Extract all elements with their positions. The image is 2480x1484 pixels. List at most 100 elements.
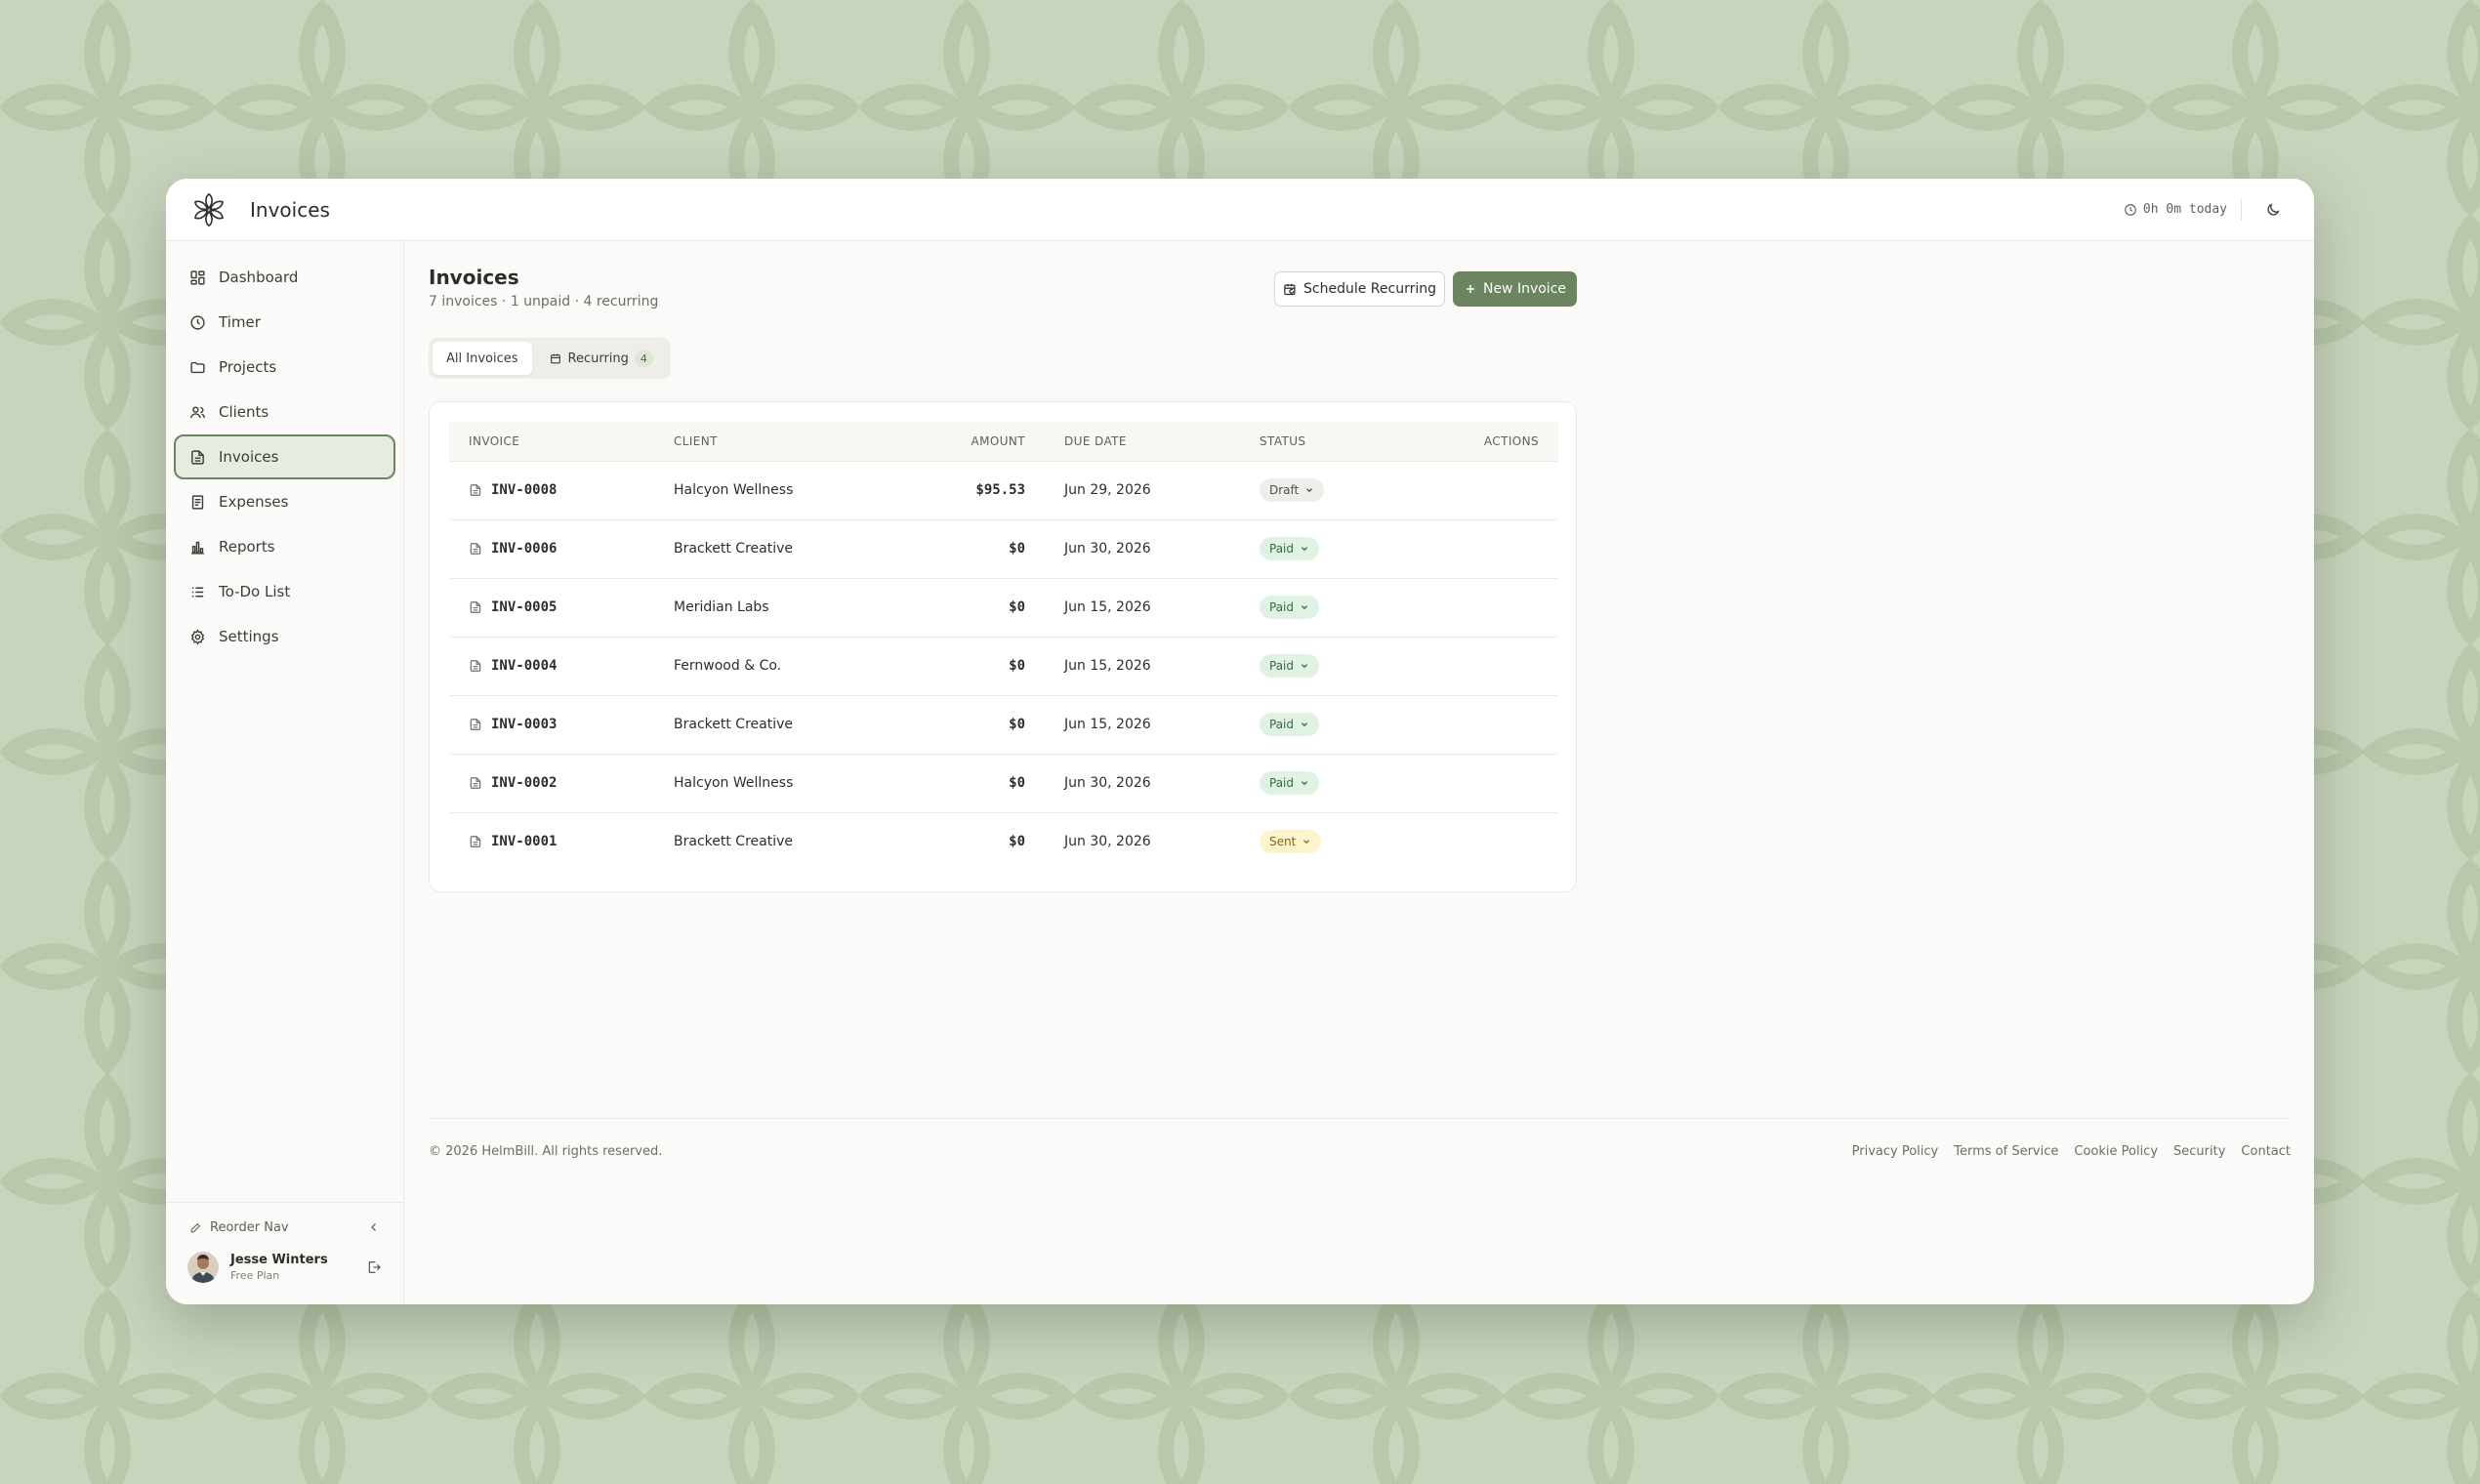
table-row[interactable]: INV-0008 Halcyon Wellness $95.53 Jun 29, 20… xyxy=(449,461,1558,519)
chevron-left-icon[interactable] xyxy=(368,1221,380,1233)
status-badge[interactable]: Draft xyxy=(1260,478,1325,502)
actions-cell xyxy=(1416,754,1558,812)
table-row[interactable]: INV-0004 Fernwood & Co. $0 Jun 15, 2026 Paid xyxy=(449,637,1558,695)
sidebar-item-settings[interactable]: Settings xyxy=(174,614,395,659)
status-cell: Draft xyxy=(1240,461,1416,519)
column-header-status[interactable]: STATUS xyxy=(1240,422,1416,461)
client-cell: Meridian Labs xyxy=(674,599,769,615)
reorder-nav-button[interactable]: Reorder Nav xyxy=(166,1203,403,1252)
status-label: Sent xyxy=(1269,835,1297,849)
sidebar-item-projects[interactable]: Projects xyxy=(174,345,395,390)
sidebar-item-timer[interactable]: Timer xyxy=(174,300,395,345)
actions-cell xyxy=(1416,637,1558,695)
footer-link-privacy[interactable]: Privacy Policy xyxy=(1852,1144,1939,1159)
sidebar-item-label: Clients xyxy=(219,403,269,421)
chevron-down-icon xyxy=(1303,840,1310,845)
column-header-due-date[interactable]: DUE DATE xyxy=(1045,422,1240,461)
footer-link-cookies[interactable]: Cookie Policy xyxy=(2074,1144,2158,1159)
sidebar-item-label: Settings xyxy=(219,628,279,645)
status-badge[interactable]: Paid xyxy=(1260,654,1320,678)
client-cell: Halcyon Wellness xyxy=(674,482,794,498)
table-row[interactable]: INV-0002 Halcyon Wellness $0 Jun 30, 2026 Pa… xyxy=(449,754,1558,812)
chevron-down-icon xyxy=(1302,605,1307,610)
calendar-repeat-icon xyxy=(1284,283,1296,295)
status-badge[interactable]: Paid xyxy=(1260,537,1320,560)
footer-link-terms[interactable]: Terms of Service xyxy=(1954,1144,2058,1159)
status-badge[interactable]: Paid xyxy=(1260,713,1320,736)
app-title: Invoices xyxy=(250,197,330,222)
user-name: Jesse Winters xyxy=(230,1253,328,1267)
logo-icon[interactable] xyxy=(189,190,228,229)
table-row[interactable]: INV-0006 Brackett Creative $0 Jun 30, 2026 P… xyxy=(449,519,1558,578)
schedule-recurring-button[interactable]: Schedule Recurring xyxy=(1274,271,1445,307)
invoice-cell: INV-0003 xyxy=(449,695,654,754)
footer-links: Privacy Policy Terms of Service Cookie P… xyxy=(1852,1144,2291,1159)
receipt-icon xyxy=(188,493,206,511)
table-row[interactable]: INV-0005 Meridian Labs $0 Jun 15, 2026 Paid xyxy=(449,578,1558,637)
file-icon xyxy=(470,836,481,848)
status-label: Paid xyxy=(1269,776,1295,790)
invoice-tabs: All Invoices Recurring 4 xyxy=(429,338,671,379)
sidebar-item-todo[interactable]: To-Do List xyxy=(174,569,395,614)
reorder-nav-label: Reorder Nav xyxy=(210,1219,289,1235)
due-date-cell: Jun 15, 2026 xyxy=(1064,717,1151,732)
footer-link-security[interactable]: Security xyxy=(2173,1144,2225,1159)
invoice-cell: INV-0008 xyxy=(449,461,654,519)
chevron-down-icon xyxy=(1306,488,1313,493)
user-plan: Free Plan xyxy=(230,1269,280,1282)
logout-icon[interactable] xyxy=(366,1259,382,1275)
invoice-number[interactable]: INV-0005 xyxy=(491,599,557,615)
footer-divider xyxy=(429,1118,2291,1119)
sidebar-item-label: Reports xyxy=(219,538,275,556)
status-badge[interactable]: Sent xyxy=(1260,830,1322,854)
status-label: Paid xyxy=(1269,718,1295,731)
status-badge[interactable]: Paid xyxy=(1260,596,1320,619)
moon-icon xyxy=(2267,202,2280,216)
client-cell: Brackett Creative xyxy=(674,541,793,556)
new-invoice-button[interactable]: New Invoice xyxy=(1453,271,1577,307)
status-badge[interactable]: Paid xyxy=(1260,771,1320,795)
folder-icon xyxy=(188,358,206,376)
client-cell: Halcyon Wellness xyxy=(674,775,794,791)
invoice-number[interactable]: INV-0004 xyxy=(491,658,557,674)
column-header-actions: ACTIONS xyxy=(1483,433,1539,448)
theme-toggle-button[interactable] xyxy=(2255,192,2291,227)
sidebar-item-invoices[interactable]: Invoices xyxy=(174,434,395,479)
invoice-number[interactable]: INV-0003 xyxy=(491,717,557,732)
user-profile[interactable]: Jesse Winters Free Plan xyxy=(166,1252,403,1283)
invoice-number[interactable]: INV-0006 xyxy=(491,541,557,556)
invoice-cell: INV-0005 xyxy=(449,578,654,637)
invoice-number[interactable]: INV-0001 xyxy=(491,834,557,849)
sidebar-item-label: To-Do List xyxy=(219,583,291,600)
sidebar-item-label: Projects xyxy=(219,358,277,376)
column-header-amount[interactable]: AMOUNT xyxy=(889,422,1045,461)
tab-recurring[interactable]: Recurring 4 xyxy=(536,342,667,375)
sidebar-item-clients[interactable]: Clients xyxy=(174,390,395,434)
clock-icon xyxy=(188,313,206,331)
sidebar-item-reports[interactable]: Reports xyxy=(174,524,395,569)
tab-all-invoices[interactable]: All Invoices xyxy=(433,342,532,375)
table-row[interactable]: INV-0003 Brackett Creative $0 Jun 15, 2026 P… xyxy=(449,695,1558,754)
chevron-down-icon xyxy=(1302,664,1307,669)
amount-value: $95.53 xyxy=(975,482,1025,498)
client-cell: Fernwood & Co. xyxy=(674,658,782,674)
invoice-cell: INV-0002 xyxy=(449,754,654,812)
sidebar-footer: Reorder Nav Jesse Winters Free Plan xyxy=(166,1202,403,1304)
actions-cell xyxy=(1416,519,1558,578)
sidebar-item-dashboard[interactable]: Dashboard xyxy=(174,255,395,300)
column-header-client[interactable]: CLIENT xyxy=(654,422,889,461)
invoice-number[interactable]: INV-0008 xyxy=(491,482,557,498)
amount-value: $0 xyxy=(1009,541,1025,556)
invoice-number[interactable]: INV-0002 xyxy=(491,775,557,791)
today-timer-label: 0h 0m today xyxy=(2142,202,2227,217)
chevron-down-icon xyxy=(1302,781,1307,786)
column-header-invoice[interactable]: INVOICE xyxy=(449,422,654,461)
status-label: Draft xyxy=(1269,483,1300,497)
status-cell: Sent xyxy=(1240,812,1416,871)
sidebar-item-expenses[interactable]: Expenses xyxy=(174,479,395,524)
footer-link-contact[interactable]: Contact xyxy=(2241,1144,2291,1159)
table-row[interactable]: INV-0001 Brackett Creative $0 Jun 30, 2026 S… xyxy=(449,812,1558,871)
today-timer[interactable]: 0h 0m today xyxy=(2124,202,2227,217)
actions-cell xyxy=(1416,695,1558,754)
bar-chart-icon xyxy=(188,538,206,556)
